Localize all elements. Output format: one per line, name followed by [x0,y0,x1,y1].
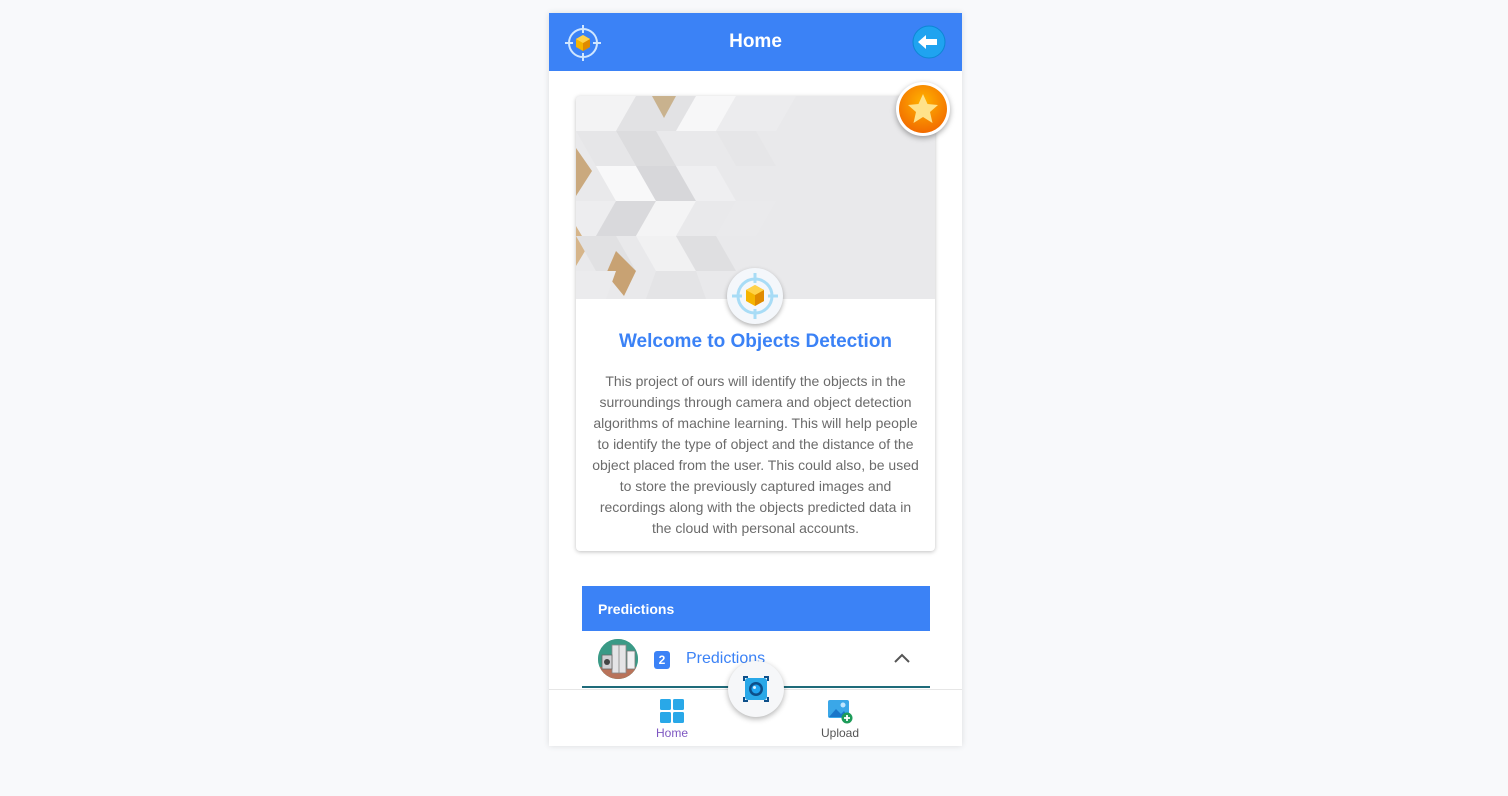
app-bar: Home [549,13,962,71]
predictions-header: Predictions [582,586,930,631]
welcome-description: This project of ours will identify the o… [592,373,919,536]
nav-upload-label: Upload [820,726,860,740]
prediction-count-badge: 2 [654,651,670,669]
nav-home-label: Home [655,726,688,740]
grid-home-icon [660,699,684,723]
nav-home[interactable]: Home [637,698,707,740]
page-title: Home [729,31,782,52]
image-upload-icon [828,700,853,724]
nav-upload[interactable]: Upload [805,698,875,740]
star-badge-button[interactable] [896,82,950,136]
home-content: Welcome to Objects Detection This projec… [549,71,962,688]
prediction-thumbnail [598,639,638,679]
app-screen: Home Welcome to Objects Detection This p… [549,13,962,746]
camera-fab-button[interactable] [728,661,784,717]
object-detection-emblem-icon [727,268,783,324]
back-arrow-icon[interactable] [912,25,946,59]
welcome-card: Welcome to Objects Detection This projec… [576,96,935,551]
camera-icon [743,676,769,702]
welcome-title: Welcome to Objects Detection [618,331,893,352]
object-detection-logo-icon[interactable] [565,25,601,61]
star-badge-icon [899,85,947,133]
chevron-up-icon[interactable] [892,651,912,665]
